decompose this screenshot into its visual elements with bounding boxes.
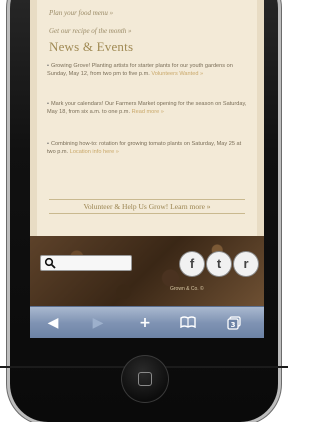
search-input[interactable] bbox=[40, 255, 132, 271]
news-text: Growing Grove! Planting artists for star… bbox=[47, 63, 233, 77]
facebook-icon[interactable]: f bbox=[180, 252, 204, 276]
volunteer-banner[interactable]: Volunteer & Help Us Grow! Learn more » bbox=[49, 199, 245, 214]
back-button[interactable]: ◀ bbox=[42, 313, 64, 333]
link-recipe[interactable]: Get our recipe of the month » bbox=[49, 27, 132, 35]
tabs-icon: 3 bbox=[227, 316, 241, 330]
rss-icon[interactable]: r bbox=[234, 252, 258, 276]
browser-screen: Plan your food menu » Get our recipe of … bbox=[30, 0, 264, 338]
search-icon bbox=[44, 257, 56, 269]
add-bookmark-button[interactable]: + bbox=[134, 313, 156, 333]
tabs-count: 3 bbox=[231, 321, 236, 329]
book-icon bbox=[180, 316, 196, 328]
home-button[interactable] bbox=[121, 355, 169, 403]
footer-note: Grown & Co. © bbox=[170, 286, 204, 292]
news-more-link[interactable]: Volunteers Wanted » bbox=[151, 71, 203, 77]
news-more-link[interactable]: Location info here » bbox=[70, 149, 119, 155]
web-page: Plan your food menu » Get our recipe of … bbox=[37, 0, 257, 236]
news-title: News & Events bbox=[49, 39, 134, 54]
link-produce[interactable]: Plan your food menu » bbox=[49, 9, 113, 17]
news-item: • Growing Grove! Planting artists for sta… bbox=[47, 63, 233, 77]
twitter-icon[interactable]: t bbox=[207, 252, 231, 276]
safari-toolbar: ◀ ▶ + 3 bbox=[30, 306, 264, 338]
home-square-icon bbox=[138, 372, 152, 386]
forward-button[interactable]: ▶ bbox=[87, 313, 109, 333]
tabs-button[interactable]: 3 bbox=[223, 313, 245, 333]
news-item: • Mark your calendars! Our Farmers Market… bbox=[47, 101, 247, 115]
news-more-link[interactable]: Read more » bbox=[132, 109, 164, 115]
news-item: • Combining how-to: rotation for growing … bbox=[47, 141, 242, 155]
bookmarks-button[interactable] bbox=[177, 313, 199, 333]
footer-ground: f t r Grown & Co. © bbox=[30, 236, 264, 306]
